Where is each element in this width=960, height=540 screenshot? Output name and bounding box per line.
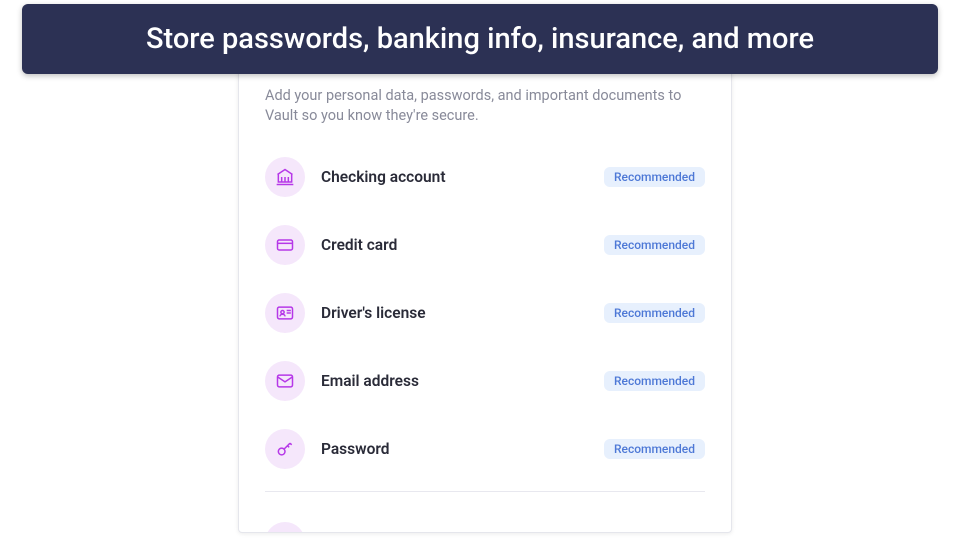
- vault-item-drivers-license[interactable]: Driver's license Recommended: [265, 285, 705, 341]
- card-subtitle: Add your personal data, passwords, and i…: [265, 86, 705, 125]
- key-icon: [265, 429, 305, 469]
- vault-item-email-address[interactable]: Email address Recommended: [265, 353, 705, 409]
- recommended-badge: Recommended: [604, 439, 705, 459]
- bank-icon: [265, 157, 305, 197]
- vault-item-label: Driver's license: [321, 304, 604, 322]
- vault-types-card: Add your personal data, passwords, and i…: [238, 5, 732, 533]
- legal-icon: [265, 522, 305, 533]
- recommended-badge: Recommended: [604, 167, 705, 187]
- vault-item-bankruptcy-filing[interactable]: Bankruptcy filing: [265, 514, 705, 533]
- vault-item-password[interactable]: Password Recommended: [265, 421, 705, 477]
- id-card-icon: [265, 293, 305, 333]
- vault-item-checking-account[interactable]: Checking account Recommended: [265, 149, 705, 205]
- vault-item-label: Credit card: [321, 236, 604, 254]
- vault-item-label: Password: [321, 440, 604, 458]
- recommended-badge: Recommended: [604, 371, 705, 391]
- banner-title: Store passwords, banking info, insurance…: [146, 22, 814, 56]
- envelope-icon: [265, 361, 305, 401]
- vault-item-label: Checking account: [321, 168, 604, 186]
- credit-card-icon: [265, 225, 305, 265]
- recommended-badge: Recommended: [604, 303, 705, 323]
- vault-item-label: Email address: [321, 372, 604, 390]
- vault-item-credit-card[interactable]: Credit card Recommended: [265, 217, 705, 273]
- group-divider: [265, 491, 705, 492]
- recommended-badge: Recommended: [604, 235, 705, 255]
- promo-banner: Store passwords, banking info, insurance…: [22, 4, 938, 74]
